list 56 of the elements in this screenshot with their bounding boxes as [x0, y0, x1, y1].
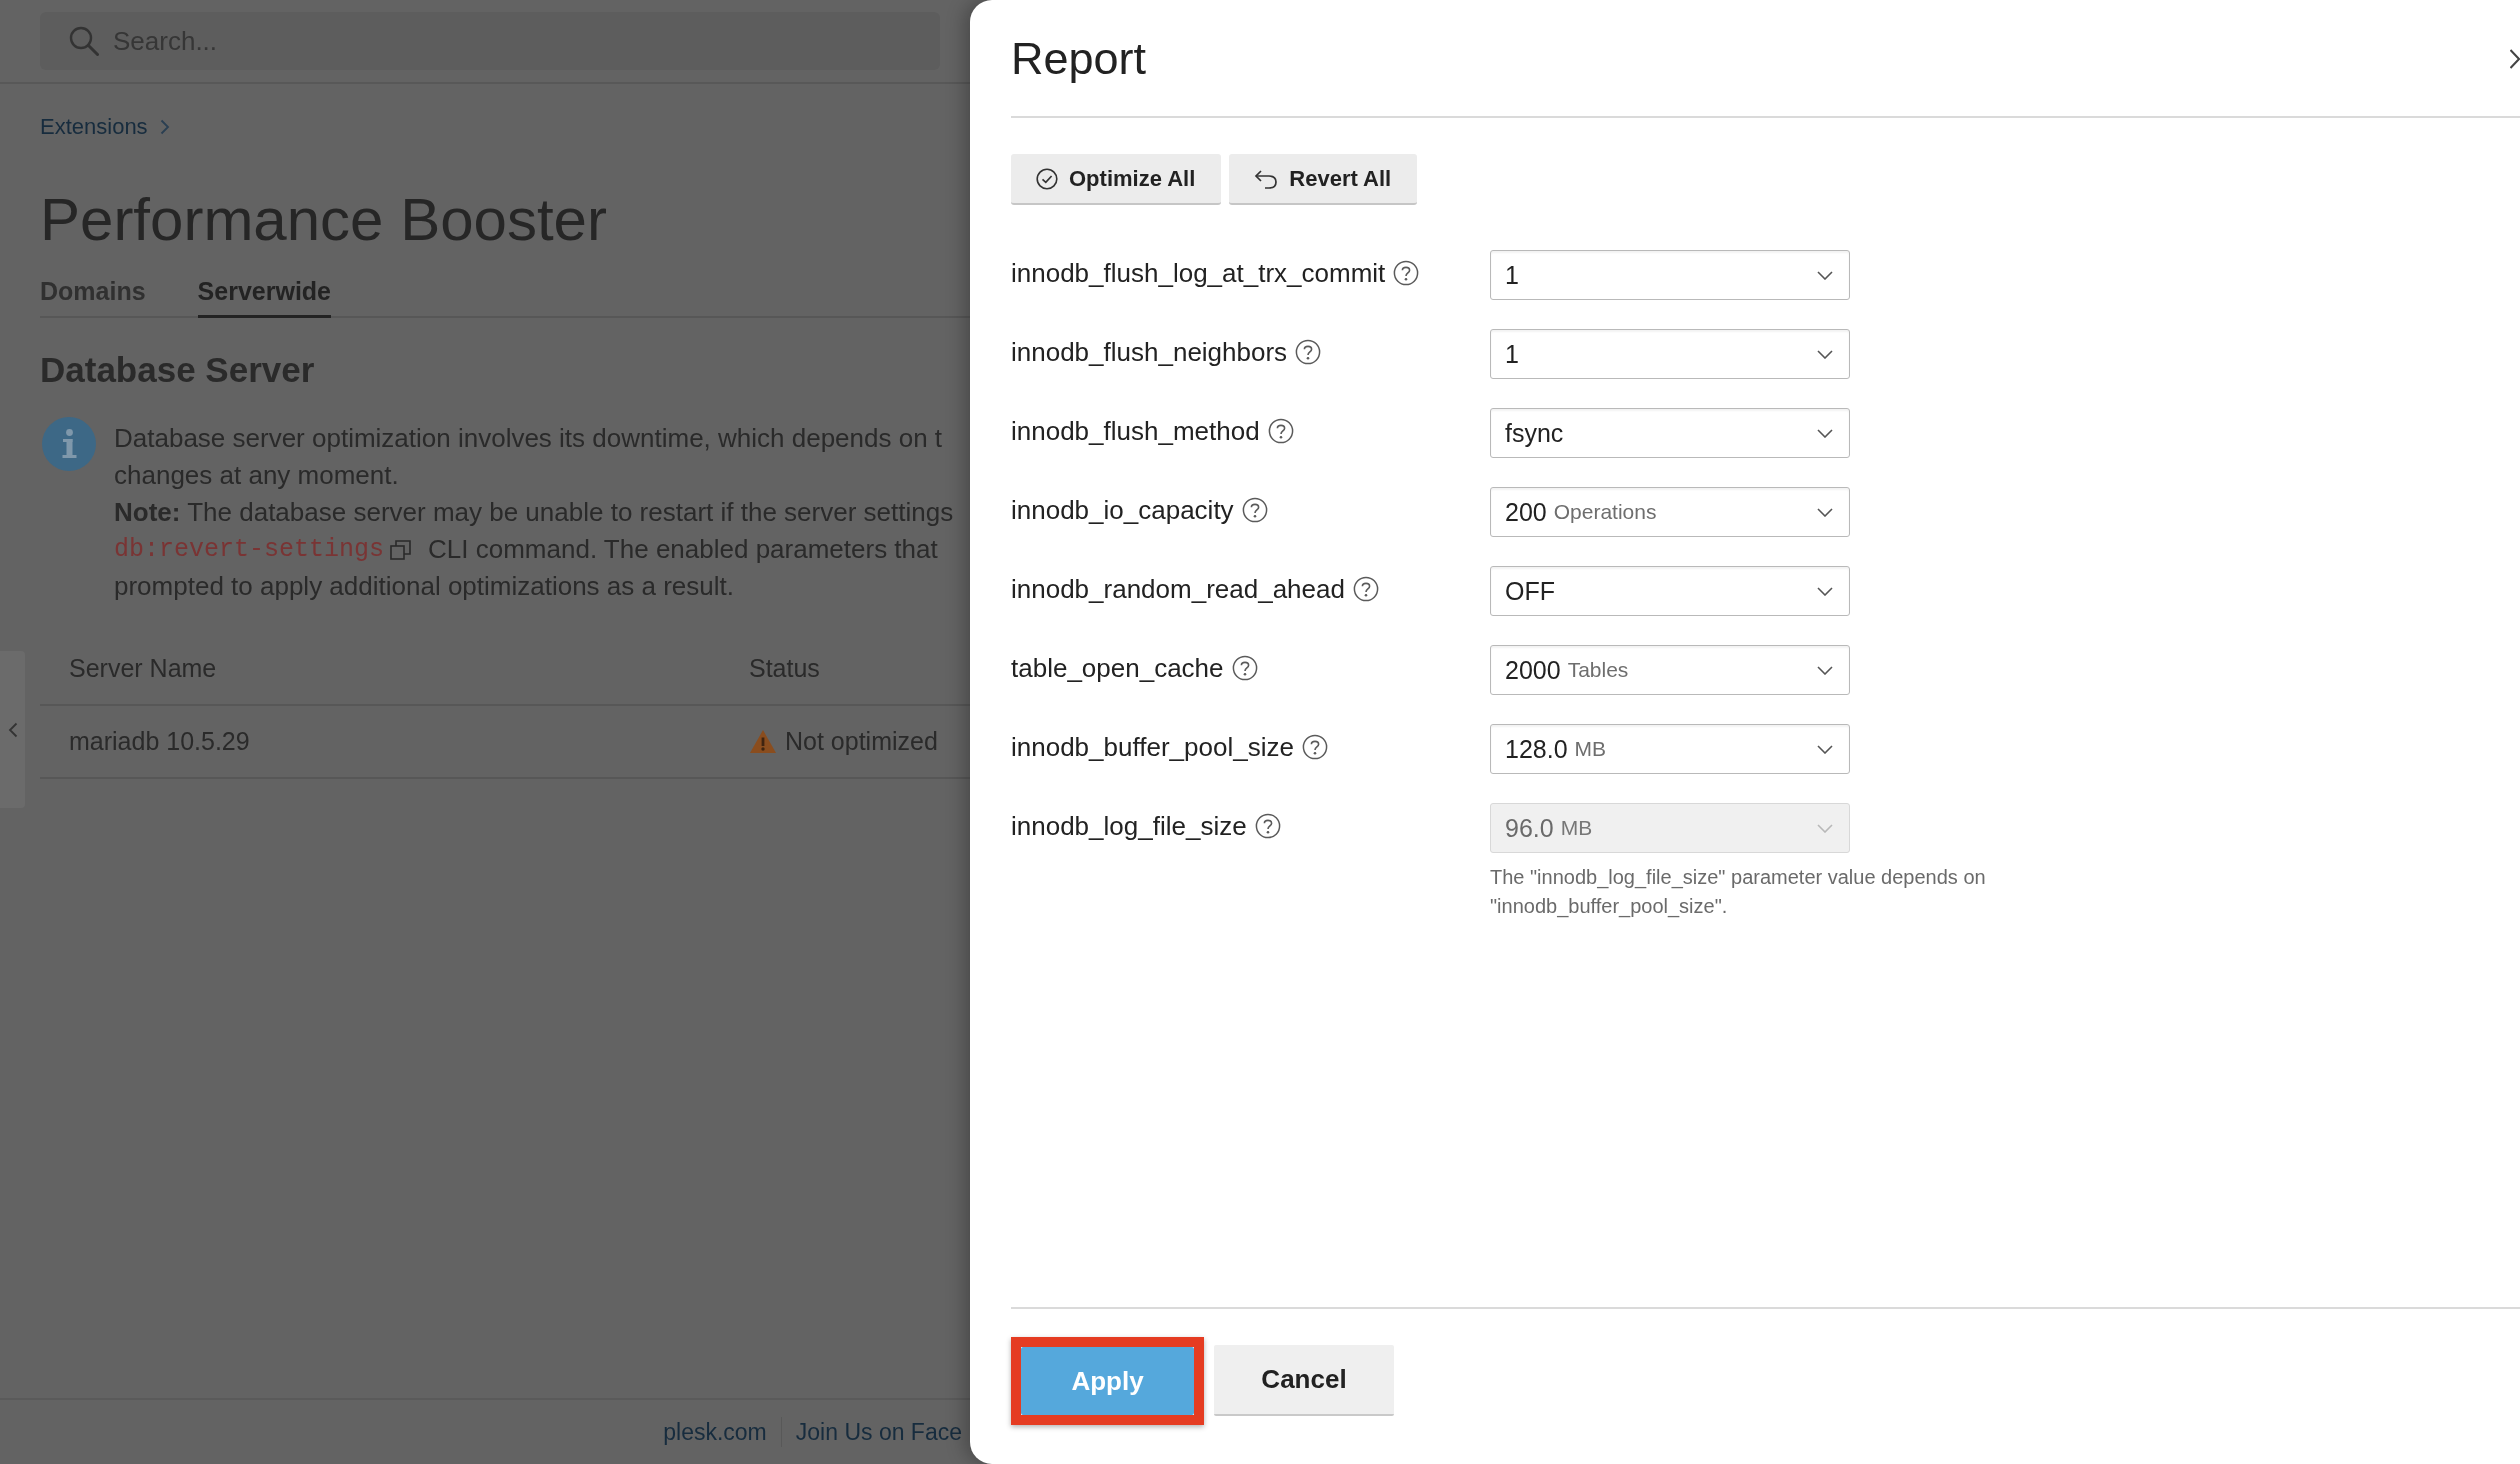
column-header: Status	[749, 654, 820, 683]
setting-label: table_open_cache	[1011, 652, 1224, 684]
info-text: changes at any moment.	[114, 459, 399, 492]
setting-label: innodb_buffer_pool_size	[1011, 731, 1294, 763]
optimize-all-button[interactable]: Optimize All	[1011, 154, 1222, 205]
setting-label: innodb_flush_method	[1011, 415, 1260, 447]
warning-icon	[749, 729, 777, 754]
setting-label: innodb_random_read_ahead	[1011, 573, 1345, 605]
help-icon[interactable]	[1267, 418, 1294, 444]
select-field[interactable]: fsync	[1490, 408, 1850, 458]
help-icon[interactable]	[1301, 734, 1328, 760]
sidebar-toggle[interactable]	[0, 651, 25, 808]
setting-label: innodb_flush_log_at_trx_commit	[1011, 257, 1386, 289]
chevron-down-icon	[1817, 823, 1833, 833]
close-icon[interactable]	[2510, 49, 2520, 69]
cancel-button[interactable]: Cancel	[1214, 1345, 1394, 1416]
page-title: Performance Booster	[40, 185, 607, 255]
column-header: Server Name	[69, 654, 217, 683]
revert-all-button[interactable]: Revert All	[1229, 154, 1418, 205]
undo-arrow-icon	[1254, 168, 1279, 189]
help-icon[interactable]	[1231, 655, 1258, 681]
chevron-down-icon	[1817, 428, 1833, 438]
info-text: CLI command. The enabled parameters that	[428, 533, 938, 566]
chevron-down-icon	[1817, 507, 1833, 517]
chevron-down-icon	[1817, 270, 1833, 280]
help-icon[interactable]	[1241, 497, 1268, 523]
table-cell: mariadb 10.5.29	[69, 727, 250, 756]
check-circle-icon	[1036, 167, 1058, 190]
help-icon[interactable]	[1254, 813, 1281, 839]
chevron-right-icon	[159, 119, 170, 135]
chevron-down-icon	[1817, 586, 1833, 596]
select-field[interactable]: 1	[1490, 329, 1850, 379]
search-icon	[69, 26, 99, 56]
setting-label: innodb_io_capacity	[1011, 494, 1234, 526]
setting-label: innodb_flush_neighbors	[1011, 336, 1288, 368]
hint-text: The "innodb_log_file_size" parameter value depends on "innodb_buffer_pool_size".	[1490, 865, 1987, 920]
section-title: Database Server	[40, 349, 315, 391]
chevron-down-icon	[1817, 744, 1833, 754]
info-text: Note: The database server may be unable to restart if the server settings	[114, 496, 954, 529]
select-field[interactable]: OFF	[1490, 566, 1850, 616]
dialog-title: Report	[1011, 32, 1147, 86]
chevron-left-icon	[7, 721, 18, 738]
setting-label: innodb_log_file_size	[1011, 810, 1247, 842]
chevron-down-icon	[1817, 349, 1833, 359]
select-field[interactable]: 128.0 MB	[1490, 724, 1850, 774]
help-icon[interactable]	[1352, 576, 1379, 602]
select-field[interactable]: 200 Operations	[1490, 487, 1850, 537]
chevron-down-icon	[1817, 665, 1833, 675]
info-icon	[42, 417, 96, 471]
select-field[interactable]: 2000 Tables	[1490, 645, 1850, 695]
info-text: Database server optimization involves its downtime, which depends on t	[114, 422, 943, 455]
info-text: prompted to apply additional optimizations as a result.	[114, 570, 734, 603]
help-icon[interactable]	[1295, 339, 1322, 365]
help-icon[interactable]	[1393, 260, 1420, 286]
status-text: Not optimized	[785, 727, 938, 756]
select-field[interactable]: 1	[1490, 250, 1850, 300]
